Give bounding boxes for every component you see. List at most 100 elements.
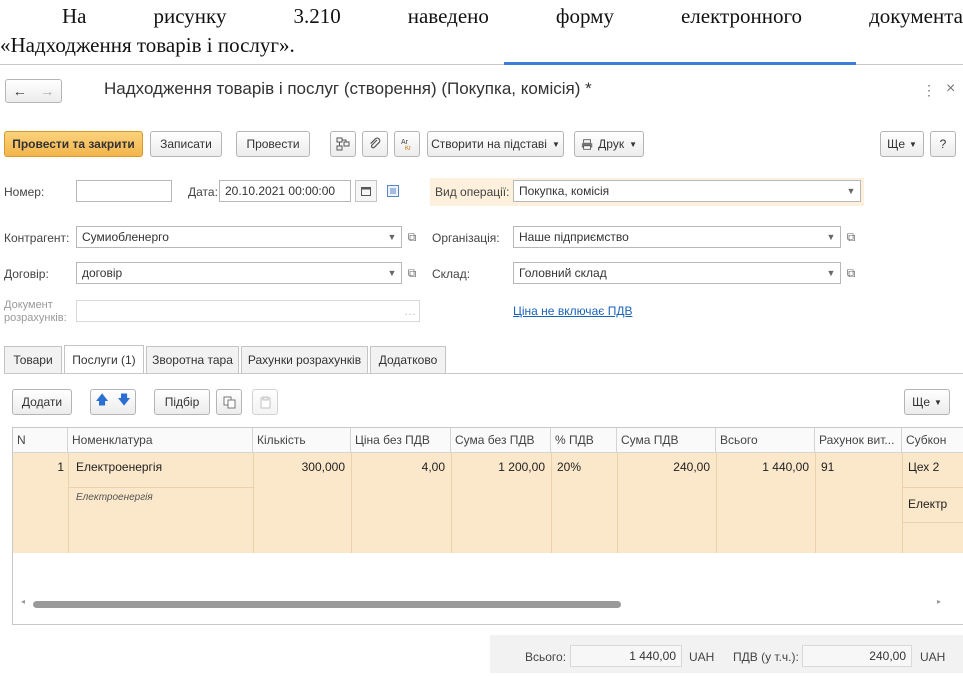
forward-arrow-icon[interactable]: →	[40, 83, 54, 99]
total-cell[interactable]: 1 440,00	[716, 460, 809, 474]
add-row-button[interactable]: Додати	[12, 389, 72, 415]
vat-settings-link[interactable]: Ціна не включає ПДВ	[513, 304, 632, 318]
item-sub-divider	[68, 487, 253, 488]
tab-returnable-packaging[interactable]: Зворотна тара	[146, 346, 239, 373]
operation-type-field[interactable]: Покупка, комісія	[513, 180, 861, 202]
save-button[interactable]: Записати	[150, 131, 222, 157]
contract-field[interactable]: договір	[76, 262, 402, 284]
column-header-price[interactable]: Ціна без ПДВ	[351, 428, 451, 453]
chevron-down-icon: ▼	[629, 139, 637, 149]
create-based-on-button[interactable]: Створити на підставі ▼	[427, 131, 564, 157]
number-label: Номер:	[4, 185, 45, 199]
chevron-down-icon[interactable]: ▼	[823, 263, 839, 283]
more-vert-icon[interactable]: ⋮	[922, 82, 936, 99]
tab-settlement-accounts[interactable]: Рахунки розрахунків	[241, 346, 368, 373]
window-tab-accent	[504, 62, 856, 65]
window-title: Надходження товарів і послуг (створення)…	[104, 79, 592, 98]
calendar-icon[interactable]	[355, 180, 377, 202]
table-more-button[interactable]: Ще ▼	[904, 389, 950, 415]
price-cell[interactable]: 4,00	[351, 460, 445, 474]
intro-word: документа	[869, 4, 963, 28]
row-divider	[815, 453, 816, 553]
organization-field[interactable]: Наше підприємство	[513, 226, 841, 248]
open-icon[interactable]: ⧉	[843, 263, 859, 283]
settlement-doc-label-line: розрахунків:	[4, 312, 67, 324]
printer-icon	[581, 138, 593, 150]
close-icon[interactable]: ×	[946, 80, 955, 98]
row-divider	[902, 453, 903, 553]
more-actions-button[interactable]: Ще ▼	[880, 131, 924, 157]
date-field[interactable]: 20.10.2021 00:00:00	[219, 180, 351, 202]
chevron-down-icon[interactable]: ▼	[843, 181, 859, 201]
chevron-down-icon[interactable]: ▼	[384, 227, 400, 247]
warehouse-field[interactable]: Головний склад	[513, 262, 841, 284]
more-label: Ще	[887, 137, 905, 151]
chevron-down-icon: ▼	[934, 397, 942, 407]
chevron-down-icon[interactable]: ▼	[384, 263, 400, 283]
post-and-close-button[interactable]: Провести та закрити	[4, 131, 143, 157]
pick-button[interactable]: Підбір	[154, 389, 210, 415]
ellipsis-icon[interactable]: …	[402, 302, 418, 320]
intro-line-1: На рисунку 3.210 наведено форму електрон…	[0, 4, 963, 29]
open-icon[interactable]: ⧉	[843, 227, 859, 247]
post-button[interactable]: Провести	[236, 131, 310, 157]
counterparty-field[interactable]: Сумиобленерго	[76, 226, 402, 248]
scroll-right-icon[interactable]: ▸	[937, 597, 941, 606]
vat-sum-cell[interactable]: 240,00	[617, 460, 710, 474]
quantity-cell[interactable]: 300,000	[253, 460, 345, 474]
move-buttons: 🡅 🡇	[90, 389, 136, 415]
intro-word: електронного	[680, 4, 803, 28]
column-header-quantity[interactable]: Кількість	[253, 428, 351, 453]
translit-icon[interactable]: Aг Kr	[394, 131, 420, 157]
attachment-icon[interactable]	[362, 131, 388, 157]
arrow-down-icon[interactable]: 🡇	[117, 391, 130, 413]
arrow-up-icon[interactable]: 🡅	[95, 391, 108, 413]
paste-icon[interactable]	[252, 389, 278, 415]
create-based-on-label: Створити на підставі	[431, 137, 547, 151]
tab-additional[interactable]: Додатково	[370, 346, 446, 373]
column-header-vat-rate[interactable]: % ПДВ	[551, 428, 617, 453]
horizontal-scrollbar[interactable]: ◂ ▸	[13, 596, 963, 614]
help-button[interactable]: ?	[930, 131, 956, 157]
account-cell[interactable]: 91	[821, 460, 899, 474]
subconto-cell[interactable]: Електр	[908, 497, 963, 511]
warehouse-label: Склад:	[432, 267, 471, 281]
intro-line-2: «Надходження товарів і послуг».	[0, 33, 295, 57]
open-icon[interactable]: ⧉	[404, 263, 420, 283]
list-icon[interactable]	[383, 180, 403, 202]
column-header-item[interactable]: Номенклатура	[68, 428, 253, 453]
amount-cell[interactable]: 1 200,00	[451, 460, 545, 474]
copy-icon[interactable]	[216, 389, 242, 415]
open-icon[interactable]: ⧉	[404, 227, 420, 247]
print-button[interactable]: Друк ▼	[574, 131, 644, 157]
structure-icon[interactable]	[330, 131, 356, 157]
vat-total-label: ПДВ (у т.ч.):	[733, 650, 799, 664]
subconto-cell[interactable]: Цех 2	[908, 460, 963, 474]
column-header-n[interactable]: N	[13, 428, 68, 453]
tab-services[interactable]: Послуги (1)	[64, 345, 144, 373]
column-header-account[interactable]: Рахунок вит...	[815, 428, 902, 453]
subconto-divider	[902, 487, 963, 488]
operation-type-label: Вид операції:	[435, 185, 510, 199]
row-divider	[551, 453, 552, 553]
organization-label: Організація:	[432, 231, 500, 245]
column-header-subconto[interactable]: Субкон	[902, 428, 963, 453]
chevron-down-icon[interactable]: ▼	[823, 227, 839, 247]
vat-total-field: 240,00	[802, 645, 912, 667]
row-number: 1	[57, 460, 64, 474]
print-label: Друк	[598, 137, 625, 151]
intro-word: наведено	[407, 4, 489, 28]
back-arrow-icon[interactable]: ←	[13, 83, 27, 99]
contract-label: Договір:	[4, 267, 49, 281]
column-header-total[interactable]: Всього	[716, 428, 815, 453]
settlement-doc-field[interactable]	[76, 300, 420, 322]
scrollbar-thumb[interactable]	[33, 601, 621, 608]
column-header-amount[interactable]: Сума без ПДВ	[451, 428, 551, 453]
item-name[interactable]: Електроенергія	[76, 460, 248, 474]
tab-goods[interactable]: Товари	[4, 346, 62, 373]
scroll-left-icon[interactable]: ◂	[21, 597, 25, 606]
column-header-vat-sum[interactable]: Сума ПДВ	[617, 428, 716, 453]
number-field[interactable]	[76, 180, 172, 202]
row-divider	[68, 453, 69, 553]
vat-rate-cell[interactable]: 20%	[557, 460, 613, 474]
